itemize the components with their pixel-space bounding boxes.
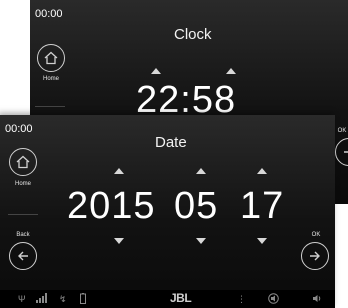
year-value: 2015 xyxy=(67,185,156,227)
arrow-right-icon xyxy=(344,151,348,153)
bars-icon xyxy=(36,293,48,306)
home-button[interactable] xyxy=(37,44,65,72)
day-up-arrow[interactable] xyxy=(257,168,267,174)
bottom-status-bar: Ψ ↯ JBL ⋮ xyxy=(0,290,335,308)
hour-up-arrow[interactable] xyxy=(151,68,161,74)
ok-button[interactable] xyxy=(335,138,348,166)
minute-up-arrow[interactable] xyxy=(226,68,236,74)
mic-icon: ⋮ xyxy=(237,294,246,304)
date-screen: 00:00 Date Home 2015 05 17 Back OK xyxy=(0,115,335,308)
mute-icon[interactable] xyxy=(268,293,279,307)
arrow-right-icon xyxy=(310,251,320,261)
bluetooth-icon: ↯ xyxy=(59,294,67,304)
year-down-arrow[interactable] xyxy=(114,238,124,244)
jbl-logo: JBL xyxy=(170,291,192,305)
day-down-arrow[interactable] xyxy=(257,238,267,244)
battery-icon xyxy=(80,293,86,307)
back-label: Back xyxy=(16,232,30,238)
page-title: Date xyxy=(155,134,187,151)
status-time: 00:00 xyxy=(35,8,63,20)
page-title: Clock xyxy=(174,26,212,43)
month-value: 05 xyxy=(174,185,219,227)
month-down-arrow[interactable] xyxy=(196,238,206,244)
home-label: Home xyxy=(14,181,31,187)
divider xyxy=(8,214,38,215)
ok-label: OK xyxy=(337,128,347,134)
home-icon xyxy=(44,51,58,65)
home-icon xyxy=(16,155,30,169)
back-button[interactable] xyxy=(9,242,37,270)
home-button[interactable] xyxy=(9,148,37,176)
day-value: 17 xyxy=(240,185,285,227)
home-label: Home xyxy=(42,76,59,82)
arrow-left-icon xyxy=(18,251,28,261)
month-up-arrow[interactable] xyxy=(196,168,206,174)
ok-label: OK xyxy=(311,232,321,238)
divider xyxy=(35,106,65,107)
year-up-arrow[interactable] xyxy=(114,168,124,174)
volume-icon[interactable] xyxy=(311,293,322,307)
status-time: 00:00 xyxy=(5,123,33,135)
ok-button[interactable] xyxy=(301,242,329,270)
signal-icon: Ψ xyxy=(18,294,26,304)
